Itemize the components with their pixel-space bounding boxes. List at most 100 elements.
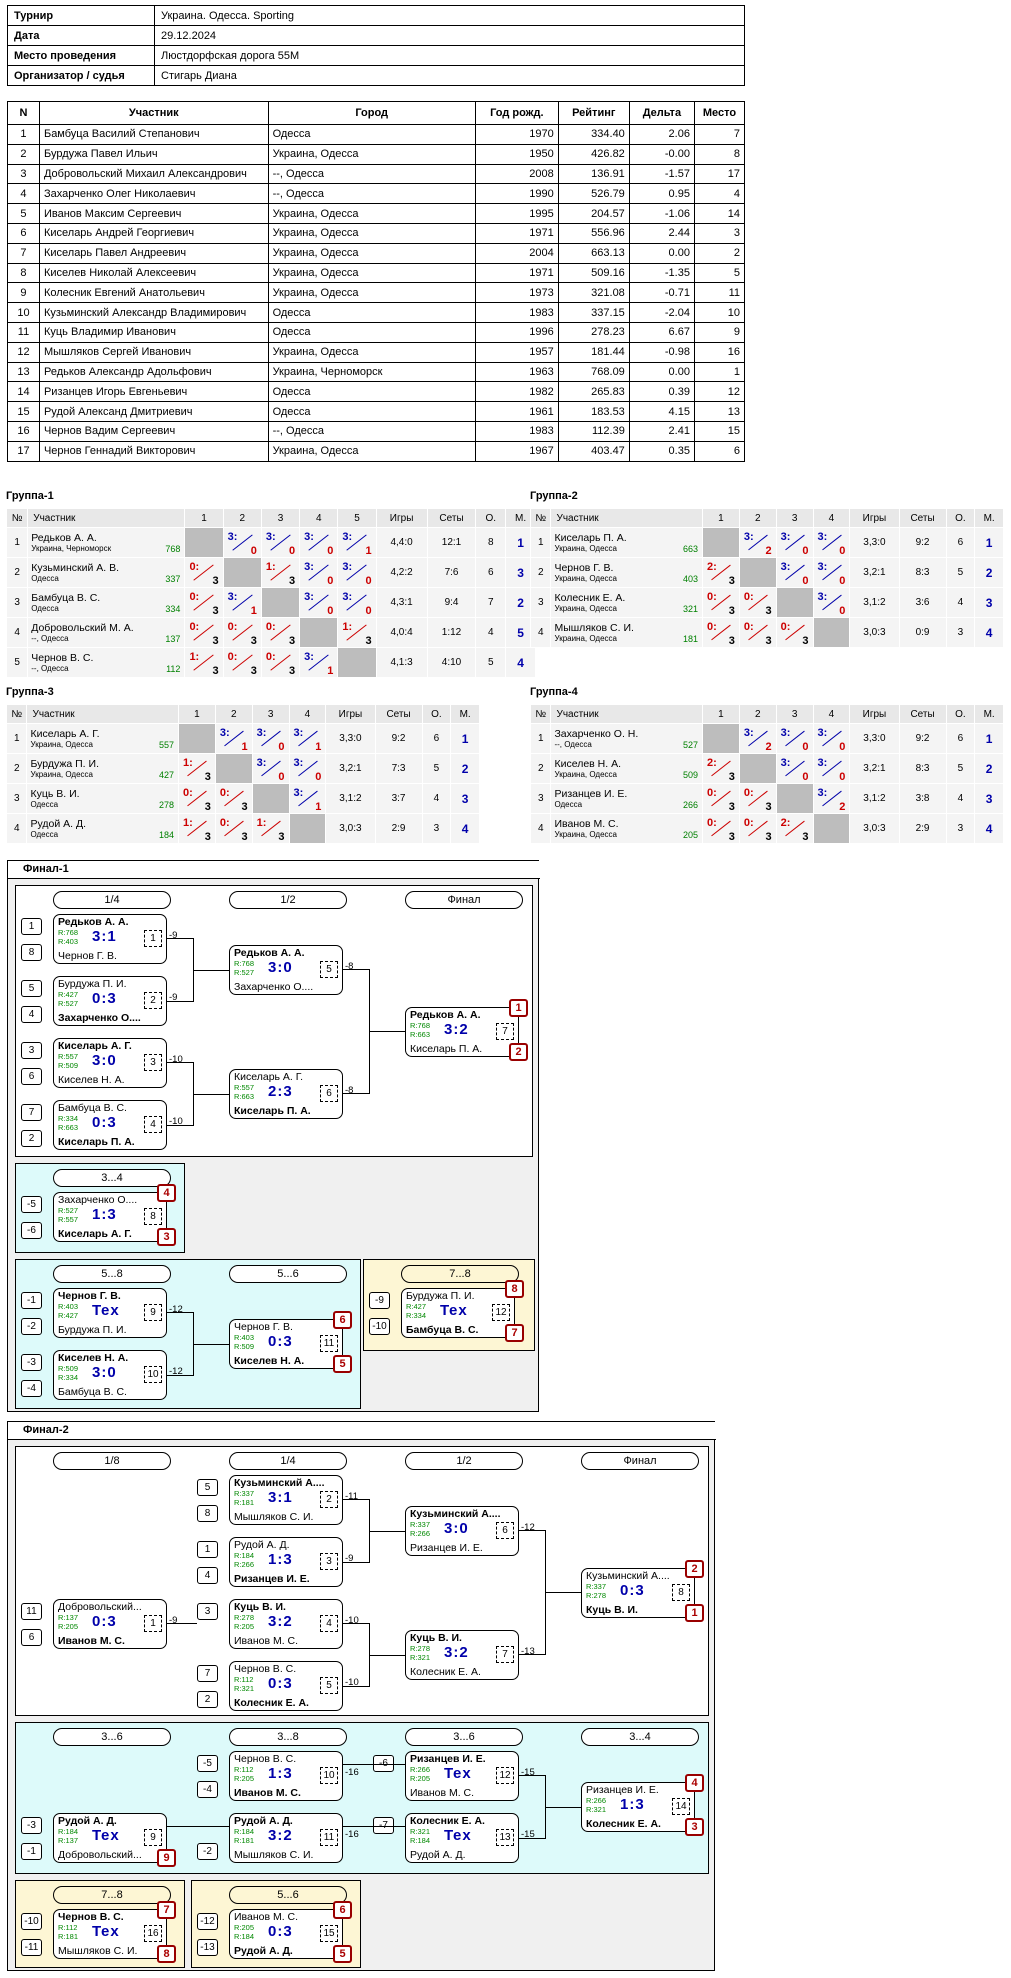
- participant-cell: Бамбуца Василий Степанович: [38, 124, 269, 145]
- score-cell: 0: 3: [738, 813, 777, 844]
- match-number: 5: [320, 961, 338, 978]
- group-col-header: Сеты: [898, 508, 947, 528]
- seed-box: -6: [21, 1222, 42, 1239]
- score-opp: 3: [212, 634, 219, 647]
- match-number: 1: [144, 1615, 162, 1632]
- score-cell: 0: 3: [184, 617, 224, 648]
- player-city: Украина, Одесса: [554, 574, 617, 583]
- group-games: 3,3:0: [849, 723, 900, 754]
- group-col-header: 3: [260, 508, 301, 528]
- match-number: 8: [672, 1584, 690, 1601]
- place-badge: 2: [509, 1043, 528, 1061]
- group-col-header: Сеты: [898, 704, 947, 724]
- match-top-rating: R:321: [410, 1827, 431, 1836]
- score-opp: 3: [241, 830, 248, 843]
- score-opp: 0: [839, 544, 846, 557]
- score-own: 3:: [304, 590, 314, 603]
- participant-cell: Украина, Черноморск: [267, 361, 476, 383]
- match-top-rating: R:184: [234, 1551, 255, 1560]
- match-score: Tex: [444, 1827, 472, 1844]
- group-games: 4,3:1: [375, 587, 428, 618]
- place-badge: 8: [157, 1945, 176, 1963]
- participant-row: 4 Захарченко Олег Николаевич --, Одесса 199…: [7, 183, 746, 205]
- bracket-match: Бамбуца В. С. R:334 R:663 0:3 4 Киселарь П. А…: [53, 1100, 167, 1150]
- match-score: 0:3: [92, 1114, 117, 1131]
- match-bottom-rating: R:266: [410, 1529, 431, 1538]
- group-games: 4,1:3: [375, 647, 428, 678]
- group-games: 3,1:2: [849, 587, 900, 618]
- score-own: 0:: [706, 816, 717, 829]
- score-cell: 1: 3: [260, 557, 301, 588]
- seed-box: 3: [21, 1042, 42, 1059]
- player-rating: 768: [165, 544, 181, 554]
- group-games: 3,2:1: [325, 753, 376, 784]
- participant-cell: 0.00: [628, 361, 695, 383]
- group-sets: 2:9: [374, 813, 423, 844]
- self-cell: [337, 647, 377, 678]
- participant-cell: 321.08: [557, 282, 630, 304]
- match-bottom-rating: R:278: [586, 1591, 607, 1600]
- group-col-header: 1: [177, 704, 216, 724]
- group-col-header: 2: [222, 508, 262, 528]
- participant-cell: 4.15: [628, 401, 695, 422]
- round-header: 3...6: [405, 1728, 523, 1746]
- score: 0: 3: [187, 559, 220, 587]
- match-bottom-rating: R:509: [58, 1061, 79, 1070]
- participant-row: 16 Чернов Вадим Сергеевич --, Одесса 1983 11…: [7, 420, 746, 442]
- group-points: 5: [945, 753, 976, 784]
- score-own: 3:: [817, 786, 828, 799]
- score: 3: 0: [255, 755, 287, 783]
- match-top-player: Редьков А. А.: [234, 947, 305, 959]
- group-place: 3: [450, 783, 480, 814]
- seed-box: -9: [369, 1292, 390, 1309]
- bracket-line: [167, 938, 193, 939]
- score-cell: 3: 1: [214, 723, 253, 754]
- score-cell: 0: 3: [222, 617, 262, 648]
- seed-box: -11: [21, 1939, 42, 1956]
- column-header: Дельта: [628, 101, 695, 125]
- group-title: Группа-1: [6, 490, 54, 502]
- participant-cell: 8: [693, 143, 746, 165]
- score: 3: 2: [742, 529, 774, 557]
- participant-cell: Бурдужа Павел Ильич: [38, 143, 269, 165]
- score-opp: 3: [212, 574, 219, 587]
- group-row: 1 Редьков А. А. Украина, Черноморск 768 3: 0 3…: [5, 527, 536, 558]
- score-cell: 1: 3: [177, 753, 216, 784]
- match-bottom-rating: R:205: [58, 1622, 79, 1631]
- bracket-line: [369, 1655, 405, 1656]
- info-value: Стигарь Диана: [154, 65, 745, 86]
- participant-cell: 1971: [474, 262, 559, 284]
- group-points: 5: [421, 753, 452, 784]
- group-row: 1 Захарченко О. Н. --, Одесса 527 3: 2 3: 0 3: 0 3…: [529, 723, 1004, 754]
- match-bottom-player: Колесник Е. А.: [410, 1666, 481, 1678]
- match-top-player: Бамбуца В. С.: [58, 1102, 127, 1114]
- participant-cell: -1.06: [628, 203, 695, 224]
- player-name: Киселарь А. Г.: [30, 728, 100, 740]
- match-number: 6: [496, 1522, 514, 1539]
- group-row-number: 3: [5, 587, 29, 618]
- group-points: 6: [421, 723, 452, 754]
- bracket-line: [167, 1001, 193, 1002]
- group-row: 3 Куць В. И. Одесса 278 0: 3 0: 3 3: 1 3,1:2 3:7 4 3: [5, 783, 480, 814]
- score-own: 1:: [189, 650, 200, 663]
- score-opp: 0: [365, 604, 372, 617]
- group-table: № Участник 1 2 3 4 5 Игры Сеты О. М. 1 Редьков А. А.…: [5, 508, 536, 678]
- group-sets: 12:1: [426, 527, 477, 558]
- match-number: 12: [496, 1767, 514, 1784]
- score-cell: 3: 2: [738, 527, 777, 558]
- participant-cell: 6: [7, 222, 40, 244]
- score-opp: 0: [802, 574, 809, 587]
- score-own: 2:: [780, 816, 791, 829]
- score-cell: 3: 1: [337, 527, 377, 558]
- column-header: Участник: [38, 101, 269, 125]
- participant-cell: Украина, Одесса: [267, 203, 476, 224]
- group-points: 5: [475, 647, 507, 678]
- group-col-header: №: [5, 704, 28, 724]
- group-points: 7: [475, 587, 507, 618]
- match-bottom-player: Мышляков С. И.: [58, 1945, 138, 1957]
- match-score: 0:3: [268, 1675, 293, 1692]
- place-badge: 2: [685, 1560, 704, 1578]
- score: 3: 0: [816, 755, 848, 783]
- match-bottom-rating: R:205: [234, 1774, 255, 1783]
- player-name: Колесник Е. А.: [554, 592, 626, 604]
